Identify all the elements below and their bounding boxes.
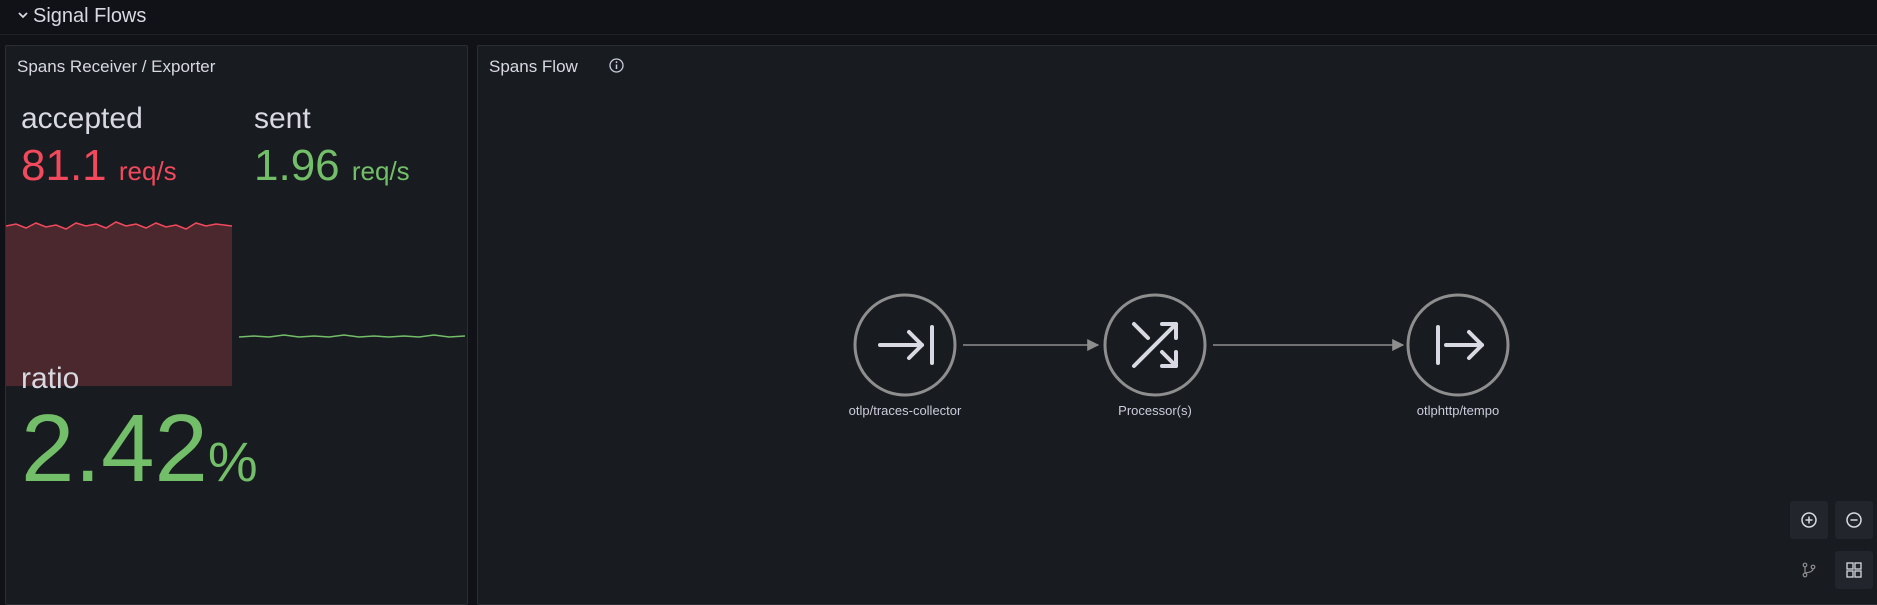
- flow-graph: [853, 293, 1510, 397]
- sent-label: sent: [254, 102, 311, 135]
- receiver-node-label: otlp/traces-collector: [848, 403, 962, 418]
- ratio-label: ratio: [21, 362, 80, 395]
- ratio-unit: %: [207, 430, 258, 493]
- processor-node[interactable]: [1103, 293, 1207, 397]
- zoom-in-icon: [1801, 512, 1817, 528]
- accepted-unit: req/s: [118, 156, 177, 186]
- exporter-node-label: otlphttp/tempo: [1416, 403, 1500, 418]
- row-title[interactable]: Signal Flows: [33, 5, 146, 28]
- zoom-out-icon: [1846, 512, 1862, 528]
- row-header[interactable]: Signal Flows: [0, 0, 1877, 35]
- layout-graph-button[interactable]: [1790, 551, 1828, 589]
- grid-view-icon: [1846, 562, 1862, 578]
- zoom-in-button[interactable]: [1790, 501, 1828, 539]
- panel-title[interactable]: Spans Receiver / Exporter: [17, 57, 215, 77]
- grid-view-button[interactable]: [1835, 551, 1873, 589]
- ratio-value: 2.42%: [21, 401, 258, 497]
- sent-value: 1.96 req/s: [254, 144, 410, 188]
- sent-unit: req/s: [351, 156, 410, 186]
- accepted-label: accepted: [21, 102, 143, 135]
- sent-sparkline: [239, 334, 465, 338]
- exporter-node[interactable]: [1406, 293, 1510, 397]
- accepted-sparkline: [6, 221, 232, 386]
- accepted-value: 81.1 req/s: [21, 144, 177, 188]
- ratio-number: 2.42: [21, 395, 208, 502]
- receiver-node[interactable]: [853, 293, 957, 397]
- chevron-down-icon[interactable]: [16, 8, 30, 22]
- zoom-out-button[interactable]: [1835, 501, 1873, 539]
- processor-node-label: Processor(s): [1118, 403, 1192, 418]
- layout-graph-icon: [1802, 562, 1816, 578]
- accepted-number: 81.1: [21, 141, 107, 190]
- sent-number: 1.96: [254, 141, 340, 190]
- spans-receiver-exporter-panel: Spans Receiver / Exporter accepted 81.1 …: [5, 45, 468, 605]
- spans-flow-panel: Spans Flow otlp/traces-collector Process…: [477, 45, 1877, 605]
